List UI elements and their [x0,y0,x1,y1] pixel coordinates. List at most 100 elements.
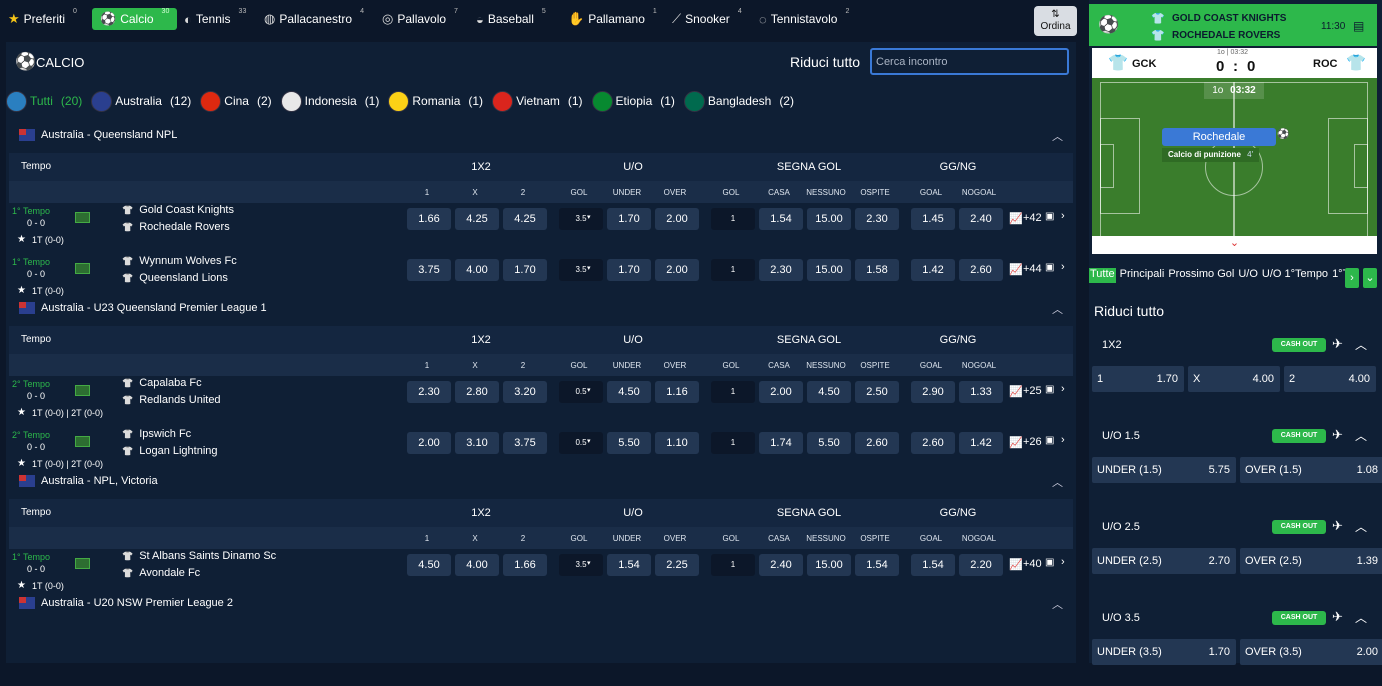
odds-button[interactable]: 2.80 [455,381,499,403]
odds-button[interactable]: 2.40 [959,208,1003,230]
expand-icon[interactable]: ▣ [1045,262,1054,273]
line-selector[interactable]: 1 [711,554,755,576]
market-tab[interactable]: Prossimo Gol [1168,268,1234,280]
odds-button[interactable]: 1.16 [655,381,699,403]
odds-button[interactable]: 4.50 [807,381,851,403]
line-selector[interactable]: 3.5 [559,259,603,281]
expand-icon[interactable]: ▣ [1045,211,1054,222]
odds-button[interactable]: 2.60 [959,259,1003,281]
country-filter-cina[interactable]: Cina (2) [200,90,272,112]
line-selector[interactable]: 0.5 [559,432,603,454]
odds-button[interactable]: 1.70 [607,259,651,281]
odds-button[interactable]: 2.30 [407,381,451,403]
selection-button[interactable]: UNDER (1.5) 5.75 [1092,457,1236,483]
odds-button[interactable]: 2.60 [911,432,955,454]
chevron-up-icon[interactable]: ︿ [1052,474,1063,490]
row-chevron-icon[interactable]: › [1061,261,1065,273]
live-stream-icon[interactable] [75,263,90,274]
cash-out-badge[interactable]: CASH OUT [1272,611,1326,625]
sport-tab-baseball[interactable]: ◒ Baseball 5 [476,8,546,30]
odds-button[interactable]: 2.00 [407,432,451,454]
pin-icon[interactable]: ✈ [1332,518,1343,534]
league-header[interactable]: Australia - U23 Queensland Premier Leagu… [9,297,1073,319]
line-selector[interactable]: 1 [711,381,755,403]
odds-button[interactable]: 1.66 [503,554,547,576]
odds-button[interactable]: 1.42 [911,259,955,281]
sport-tab-snooker[interactable]: ⟋ Snooker 4 [672,8,742,30]
sport-tab-pallacanestro[interactable]: ◍ Pallacanestro 4 [264,8,364,30]
star-icon[interactable]: ★ [17,234,26,245]
odds-button[interactable]: 15.00 [807,554,851,576]
league-header[interactable]: Australia - U20 NSW Premier League 2 ︿ [9,592,1073,614]
row-chevron-icon[interactable]: › [1061,210,1065,222]
selection-button[interactable]: OVER (1.5) 1.08 [1240,457,1382,483]
row-chevron-icon[interactable]: › [1061,434,1065,446]
line-selector[interactable]: 0.5 [559,381,603,403]
live-match-header[interactable]: ⚽ 👕 GOLD COAST KNIGHTS 👕 ROCHEDALE ROVER… [1089,4,1377,46]
sport-tab-tennistavolo[interactable]: ◌ Tennistavolo 2 [759,8,849,30]
tabs-expand-icon[interactable]: ⌄ [1363,268,1377,288]
expand-icon[interactable]: ▣ [1045,384,1054,395]
odds-button[interactable]: 1.54 [759,208,803,230]
league-header[interactable]: Australia - Queensland NPL ︿ [9,124,1073,146]
pin-icon[interactable]: ✈ [1332,336,1343,352]
stats-icon[interactable]: 📈 [1009,436,1023,449]
odds-button[interactable]: 2.30 [759,259,803,281]
selection-button[interactable]: UNDER (3.5) 1.70 [1092,639,1236,665]
side-collapse-all[interactable]: Riduci tutto [1094,303,1164,319]
selection-button[interactable]: 1 1.70 [1092,366,1184,392]
odds-button[interactable]: 2.00 [655,208,699,230]
odds-button[interactable]: 2.50 [855,381,899,403]
market-tab[interactable]: Principali [1120,268,1165,280]
odds-button[interactable]: 2.30 [855,208,899,230]
odds-button[interactable]: 4.50 [607,381,651,403]
more-markets-count[interactable]: +44 [1023,263,1042,275]
selection-button[interactable]: OVER (3.5) 2.00 [1240,639,1382,665]
odds-button[interactable]: 15.00 [807,259,851,281]
more-markets-count[interactable]: +42 [1023,212,1042,224]
expand-icon[interactable]: ▣ [1045,435,1054,446]
star-icon[interactable]: ★ [17,407,26,418]
live-stream-icon[interactable] [75,558,90,569]
selection-button[interactable]: X 4.00 [1188,366,1280,392]
sort-button[interactable]: ⇅ Ordina [1034,6,1077,36]
country-filter-tutti[interactable]: Tutti (20) [6,90,82,112]
odds-button[interactable]: 1.54 [911,554,955,576]
row-chevron-icon[interactable]: › [1061,556,1065,568]
chevron-up-icon[interactable]: ︿ [1052,301,1063,317]
more-markets-count[interactable]: +26 [1023,436,1042,448]
tabs-next-icon[interactable]: › [1345,268,1359,288]
odds-button[interactable]: 2.40 [759,554,803,576]
odds-button[interactable]: 1.66 [407,208,451,230]
expand-pitch-button[interactable]: ⌄ [1092,236,1377,254]
line-selector[interactable]: 3.5 [559,554,603,576]
chevron-up-icon[interactable]: ︿ [1355,427,1367,444]
odds-button[interactable]: 2.20 [959,554,1003,576]
stats-icon[interactable]: 📈 [1009,385,1023,398]
odds-button[interactable]: 4.00 [455,554,499,576]
sport-tab-calcio[interactable]: ⚽ Calcio 30 [92,8,178,30]
selection-button[interactable]: 2 4.00 [1284,366,1376,392]
country-filter-australia[interactable]: Australia (12) [91,90,191,112]
line-selector[interactable]: 1 [711,208,755,230]
star-icon[interactable]: ★ [17,458,26,469]
country-filter-romania[interactable]: Romania (1) [388,90,483,112]
market-tab[interactable]: U/O [1238,268,1258,280]
country-filter-indonesia[interactable]: Indonesia (1) [280,90,379,112]
odds-button[interactable]: 1.70 [503,259,547,281]
odds-button[interactable]: 4.25 [455,208,499,230]
stats-icon[interactable]: 📈 [1009,212,1023,225]
search-input[interactable] [870,48,1069,75]
odds-button[interactable]: 2.25 [655,554,699,576]
more-markets-count[interactable]: +25 [1023,385,1042,397]
stats-icon[interactable]: 📈 [1009,558,1023,571]
cash-out-badge[interactable]: CASH OUT [1272,429,1326,443]
market-tab[interactable]: Tutte [1089,268,1116,283]
odds-button[interactable]: 5.50 [607,432,651,454]
sport-tab-pallamano[interactable]: ✋ Pallamano 1 [568,8,657,30]
sport-tab-preferiti[interactable]: ★ Preferiti 0 [8,8,77,30]
odds-button[interactable]: 1.74 [759,432,803,454]
sport-tab-tennis[interactable]: ◐ Tennis 33 [184,8,246,30]
odds-button[interactable]: 1.33 [959,381,1003,403]
odds-button[interactable]: 1.54 [607,554,651,576]
